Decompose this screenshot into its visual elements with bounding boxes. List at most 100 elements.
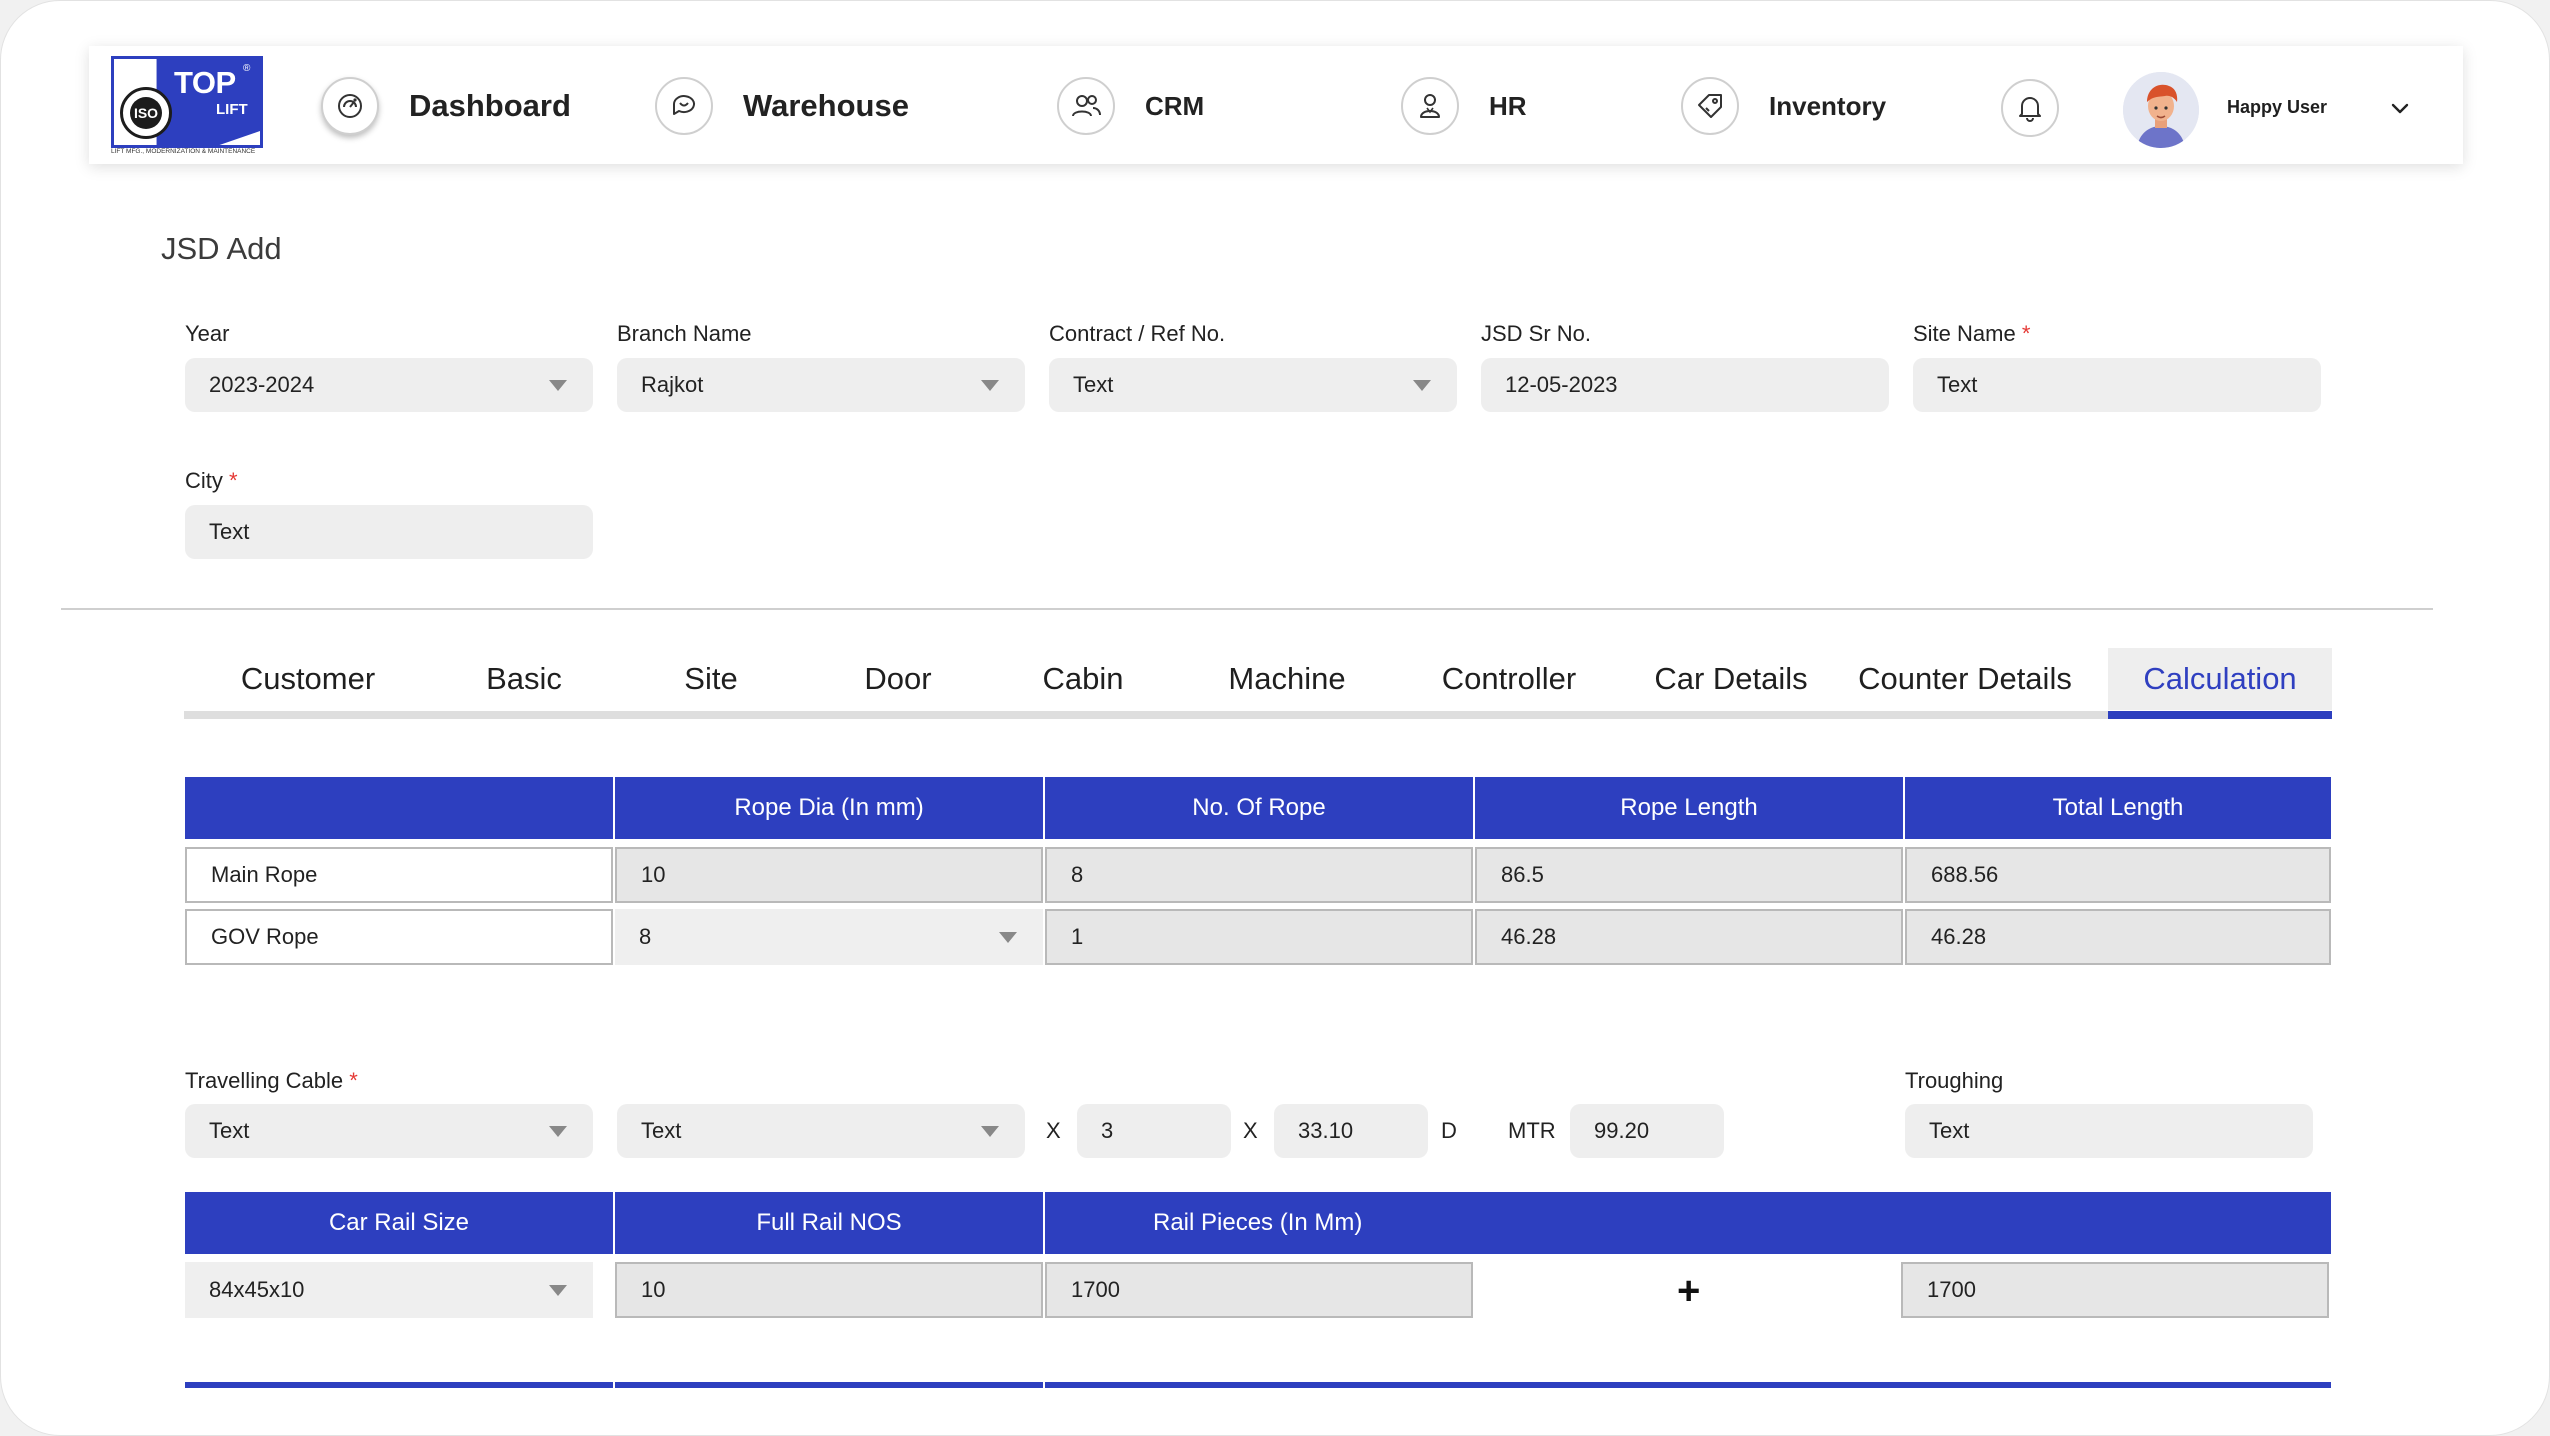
chat-icon xyxy=(655,77,713,135)
nav-dashboard[interactable]: Dashboard xyxy=(321,77,571,135)
contract-value: Text xyxy=(1073,372,1114,397)
active-tab-indicator xyxy=(2108,711,2332,719)
top-navbar: ISO TOP ® LIFT LIFT MFG., MODERNIZATION … xyxy=(89,46,2463,164)
bell-icon[interactable] xyxy=(2001,79,2059,137)
cable-size-select[interactable]: Text xyxy=(617,1104,1025,1158)
brand-logo[interactable]: ISO TOP ® LIFT LIFT MFG., MODERNIZATION … xyxy=(111,56,263,156)
gov-rope-count-input[interactable]: 1 xyxy=(1045,909,1473,965)
rope-header-count: No. Of Rope xyxy=(1045,777,1473,839)
main-rope-total-input[interactable]: 688.56 xyxy=(1905,847,2331,903)
tab-machine[interactable]: Machine xyxy=(1176,648,1398,710)
rail-header-pieces: Rail Pieces (In Mm) xyxy=(1045,1192,2331,1254)
next-table-header xyxy=(1045,1382,2331,1388)
rail-header-size: Car Rail Size xyxy=(185,1192,613,1254)
rope-header-length: Rope Length xyxy=(1475,777,1903,839)
branch-select[interactable]: Rajkot xyxy=(617,358,1025,412)
section-divider xyxy=(61,608,2433,610)
main-rope-length-input[interactable]: 86.5 xyxy=(1475,847,1903,903)
user-name[interactable]: Happy User xyxy=(2227,97,2327,118)
nav-label: Warehouse xyxy=(743,88,909,123)
troughing-input[interactable]: Text xyxy=(1905,1104,2313,1158)
next-table-header xyxy=(185,1382,613,1388)
rail-piece-input-1[interactable]: 1700 xyxy=(1045,1262,1473,1318)
nav-label: HR xyxy=(1489,90,1527,121)
avatar[interactable] xyxy=(2123,72,2199,148)
d-label: D xyxy=(1441,1118,1457,1143)
full-rail-nos-input[interactable]: 10 xyxy=(615,1262,1043,1318)
rail-piece-input-2[interactable]: 1700 xyxy=(1901,1262,2329,1318)
tab-cabin[interactable]: Cabin xyxy=(990,648,1176,710)
gov-rope-dia-select[interactable]: 8 xyxy=(615,909,1043,965)
add-rail-piece-button[interactable]: + xyxy=(1677,1269,1700,1314)
tag-icon xyxy=(1681,77,1739,135)
chevron-down-icon[interactable] xyxy=(2389,98,2411,120)
city-label: City * xyxy=(185,468,238,493)
nav-hr[interactable]: HR xyxy=(1401,77,1527,135)
travelling-cable-label: Travelling Cable * xyxy=(185,1068,358,1093)
mtr-input[interactable]: 99.20 xyxy=(1570,1104,1724,1158)
tab-basic[interactable]: Basic xyxy=(432,648,616,710)
site-name-input[interactable]: Text xyxy=(1913,358,2321,412)
rope-header-dia: Rope Dia (In mm) xyxy=(615,777,1043,839)
city-input[interactable]: Text xyxy=(185,505,593,559)
rope-header-total: Total Length xyxy=(1905,777,2331,839)
page-title: JSD Add xyxy=(161,231,282,266)
cable-count-input[interactable]: 3 xyxy=(1077,1104,1231,1158)
caret-down-icon xyxy=(1413,380,1431,391)
users-icon xyxy=(1057,77,1115,135)
rail-header-full-nos: Full Rail NOS xyxy=(615,1192,1043,1254)
branch-value: Rajkot xyxy=(641,372,704,397)
site-name-label: Site Name * xyxy=(1913,321,2031,346)
multiply-sign: X xyxy=(1046,1118,1061,1143)
caret-down-icon xyxy=(549,1285,567,1296)
city-value: Text xyxy=(209,519,250,544)
nav-warehouse[interactable]: Warehouse xyxy=(655,77,909,135)
cable-length-input[interactable]: 33.10 xyxy=(1274,1104,1428,1158)
app-window: ISO TOP ® LIFT LIFT MFG., MODERNIZATION … xyxy=(0,0,2550,1436)
multiply-sign: X xyxy=(1243,1118,1258,1143)
tab-site[interactable]: Site xyxy=(616,648,806,710)
jsd-sr-value: 12-05-2023 xyxy=(1505,372,1618,397)
cable-type-select[interactable]: Text xyxy=(185,1104,593,1158)
gov-rope-length-input[interactable]: 46.28 xyxy=(1475,909,1903,965)
person-icon xyxy=(1401,77,1459,135)
tab-track xyxy=(184,711,2332,719)
nav-inventory[interactable]: Inventory xyxy=(1681,77,1887,135)
tab-counter-details[interactable]: Counter Details xyxy=(1842,648,2088,710)
jsd-sr-label: JSD Sr No. xyxy=(1481,321,1592,346)
caret-down-icon xyxy=(981,380,999,391)
tab-car-details[interactable]: Car Details xyxy=(1620,648,1842,710)
nav-label: Inventory xyxy=(1769,90,1887,121)
tab-customer[interactable]: Customer xyxy=(184,648,432,710)
caret-down-icon xyxy=(981,1126,999,1137)
jsd-sr-input[interactable]: 12-05-2023 xyxy=(1481,358,1889,412)
tab-bar: Customer Basic Site Door Cabin Machine C… xyxy=(184,648,2332,722)
gov-rope-total-input[interactable]: 46.28 xyxy=(1905,909,2331,965)
branch-label: Branch Name xyxy=(617,321,752,346)
year-value: 2023-2024 xyxy=(209,372,315,397)
contract-select[interactable]: Text xyxy=(1049,358,1457,412)
required-mark: * xyxy=(229,468,238,493)
year-select[interactable]: 2023-2024 xyxy=(185,358,593,412)
tab-calculation[interactable]: Calculation xyxy=(2108,648,2332,710)
required-mark: * xyxy=(2021,321,2031,346)
next-table-header xyxy=(615,1382,1043,1388)
car-rail-size-select[interactable]: 84x45x10 xyxy=(185,1262,593,1318)
rope-name-gov: GOV Rope xyxy=(185,909,613,965)
rope-header-blank xyxy=(185,777,613,839)
main-rope-count-input[interactable]: 8 xyxy=(1045,847,1473,903)
mtr-label: MTR xyxy=(1508,1118,1556,1143)
nav-label: Dashboard xyxy=(409,88,571,123)
troughing-label: Troughing xyxy=(1905,1068,2004,1093)
tab-door[interactable]: Door xyxy=(806,648,990,710)
required-mark: * xyxy=(349,1068,358,1093)
tab-controller[interactable]: Controller xyxy=(1398,648,1620,710)
site-name-value: Text xyxy=(1937,372,1978,397)
nav-crm[interactable]: CRM xyxy=(1057,77,1205,135)
iso-seal: ISO xyxy=(120,87,172,139)
nav-label: CRM xyxy=(1145,90,1205,121)
caret-down-icon xyxy=(549,1126,567,1137)
year-label: Year xyxy=(185,321,230,346)
main-rope-dia-input[interactable]: 10 xyxy=(615,847,1043,903)
caret-down-icon xyxy=(549,380,567,391)
